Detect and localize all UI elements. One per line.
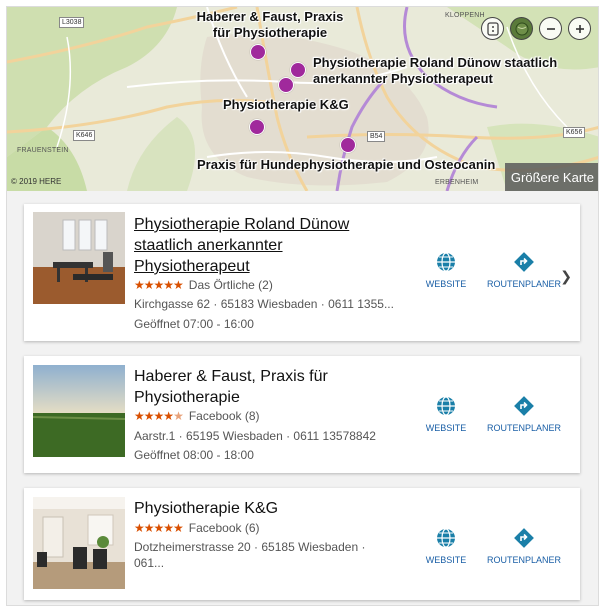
- route-arrow-icon: [514, 396, 534, 416]
- map-label-kg: Physiotherapie K&G: [223, 97, 349, 112]
- result-thumbnail[interactable]: [33, 212, 125, 304]
- result-address: Aarstr.1 · 65195 Wiesbaden · 0611 135788…: [134, 429, 376, 443]
- routenplaner-label: ROUTENPLANER: [486, 423, 561, 433]
- field-landscape-photo: [33, 365, 125, 457]
- routenplaner-button[interactable]: ROUTENPLANER: [484, 249, 564, 289]
- result-title[interactable]: Haberer & Faust, Praxis für Physiotherap…: [134, 366, 384, 408]
- road-tag-l3038: L3038: [59, 17, 85, 28]
- map-label-haberer: Haberer & Faust, Praxis für Physiotherap…: [196, 9, 344, 40]
- result-card[interactable]: Physiotherapie Roland Dünow staatlich an…: [24, 204, 580, 341]
- chevron-right-icon[interactable]: ❯: [560, 268, 572, 285]
- legend-icon: [486, 21, 499, 36]
- website-button[interactable]: WEBSITE: [406, 249, 486, 289]
- rating-stars: ★★★★★: [134, 278, 184, 292]
- satellite-view-icon: [515, 22, 528, 35]
- routenplaner-button[interactable]: ROUTENPLANER: [484, 393, 564, 433]
- route-arrow-icon: [514, 528, 534, 548]
- globe-icon: [437, 528, 455, 548]
- result-rating: ★★★★★ Das Örtliche (2): [134, 278, 273, 292]
- map-copyright: © 2019 HERE: [11, 177, 62, 186]
- place-label-frauenstein: FRAUENSTEIN: [17, 147, 69, 154]
- result-address: Dotzheimerstrasse 20 · 65185 Wiesbaden ·…: [134, 540, 366, 570]
- website-button[interactable]: WEBSITE: [406, 525, 486, 565]
- zoom-out-button[interactable]: [539, 17, 562, 40]
- website-label: WEBSITE: [425, 555, 467, 565]
- minus-icon: [546, 27, 555, 30]
- globe-icon: [437, 396, 455, 416]
- result-address: Kirchgasse 62 · 65183 Wiesbaden · 0611 1…: [134, 297, 394, 311]
- road-tag-k656: K656: [563, 127, 586, 138]
- website-label: WEBSITE: [425, 279, 467, 289]
- map-pin-hunde[interactable]: [340, 137, 356, 153]
- routenplaner-label: ROUTENPLANER: [486, 279, 561, 289]
- route-arrow-icon: [514, 252, 534, 272]
- result-card[interactable]: Physiotherapie K&G ★★★★★ Facebook (6) Do…: [24, 488, 580, 600]
- map-pin-dunow-2[interactable]: [278, 77, 294, 93]
- rating-source[interactable]: Facebook (8): [189, 409, 260, 423]
- result-thumbnail[interactable]: [33, 365, 125, 457]
- practice-room-photo: [33, 212, 125, 304]
- rating-source[interactable]: Facebook (6): [189, 521, 260, 535]
- routenplaner-button[interactable]: ROUTENPLANER: [484, 525, 564, 565]
- globe-icon: [437, 252, 455, 272]
- result-title[interactable]: Physiotherapie K&G: [134, 498, 384, 519]
- map-label-hunde: Praxis für Hundephysiotherapie und Osteo…: [197, 157, 496, 172]
- plus-icon: [575, 24, 584, 33]
- bigger-map-button[interactable]: Größere Karte: [504, 163, 598, 191]
- website-label: WEBSITE: [425, 423, 467, 433]
- place-label-kloppenheim: KLOPPENH: [445, 12, 485, 19]
- result-hours: Geöffnet 07:00 - 16:00: [134, 317, 254, 331]
- results-map[interactable]: FRAUENSTEIN KLOPPENH ERBENHEIM L3038 K64…: [7, 7, 598, 191]
- result-rating: ★★★★★ Facebook (8): [134, 409, 260, 423]
- result-rating: ★★★★★ Facebook (6): [134, 521, 260, 535]
- map-satellite-button[interactable]: [510, 17, 533, 40]
- routenplaner-label: ROUTENPLANER: [486, 555, 561, 565]
- rating-source[interactable]: Das Örtliche (2): [189, 278, 273, 292]
- result-hours: Geöffnet 08:00 - 18:00: [134, 448, 254, 462]
- result-title-link[interactable]: Physiotherapie Roland Dünow staatlich an…: [134, 214, 384, 277]
- map-pin-kg[interactable]: [249, 119, 265, 135]
- map-pin-haberer[interactable]: [250, 44, 266, 60]
- map-label-dunow: Physiotherapie Roland Dünow staatlich an…: [313, 55, 558, 86]
- map-legend-button[interactable]: [481, 17, 504, 40]
- result-thumbnail[interactable]: [33, 497, 125, 589]
- map-pin-dunow[interactable]: [290, 62, 306, 78]
- result-card[interactable]: Haberer & Faust, Praxis für Physiotherap…: [24, 356, 580, 473]
- rating-stars: ★★★★★: [134, 521, 184, 535]
- waiting-room-photo: [33, 497, 125, 589]
- zoom-in-button[interactable]: [568, 17, 591, 40]
- road-tag-b54: B54: [367, 131, 386, 142]
- road-tag-k646: K646: [73, 130, 96, 141]
- local-results-panel: FRAUENSTEIN KLOPPENH ERBENHEIM L3038 K64…: [6, 6, 599, 606]
- place-label-erbenheim: ERBENHEIM: [435, 179, 479, 186]
- website-button[interactable]: WEBSITE: [406, 393, 486, 433]
- rating-stars: ★★★★★: [134, 409, 184, 423]
